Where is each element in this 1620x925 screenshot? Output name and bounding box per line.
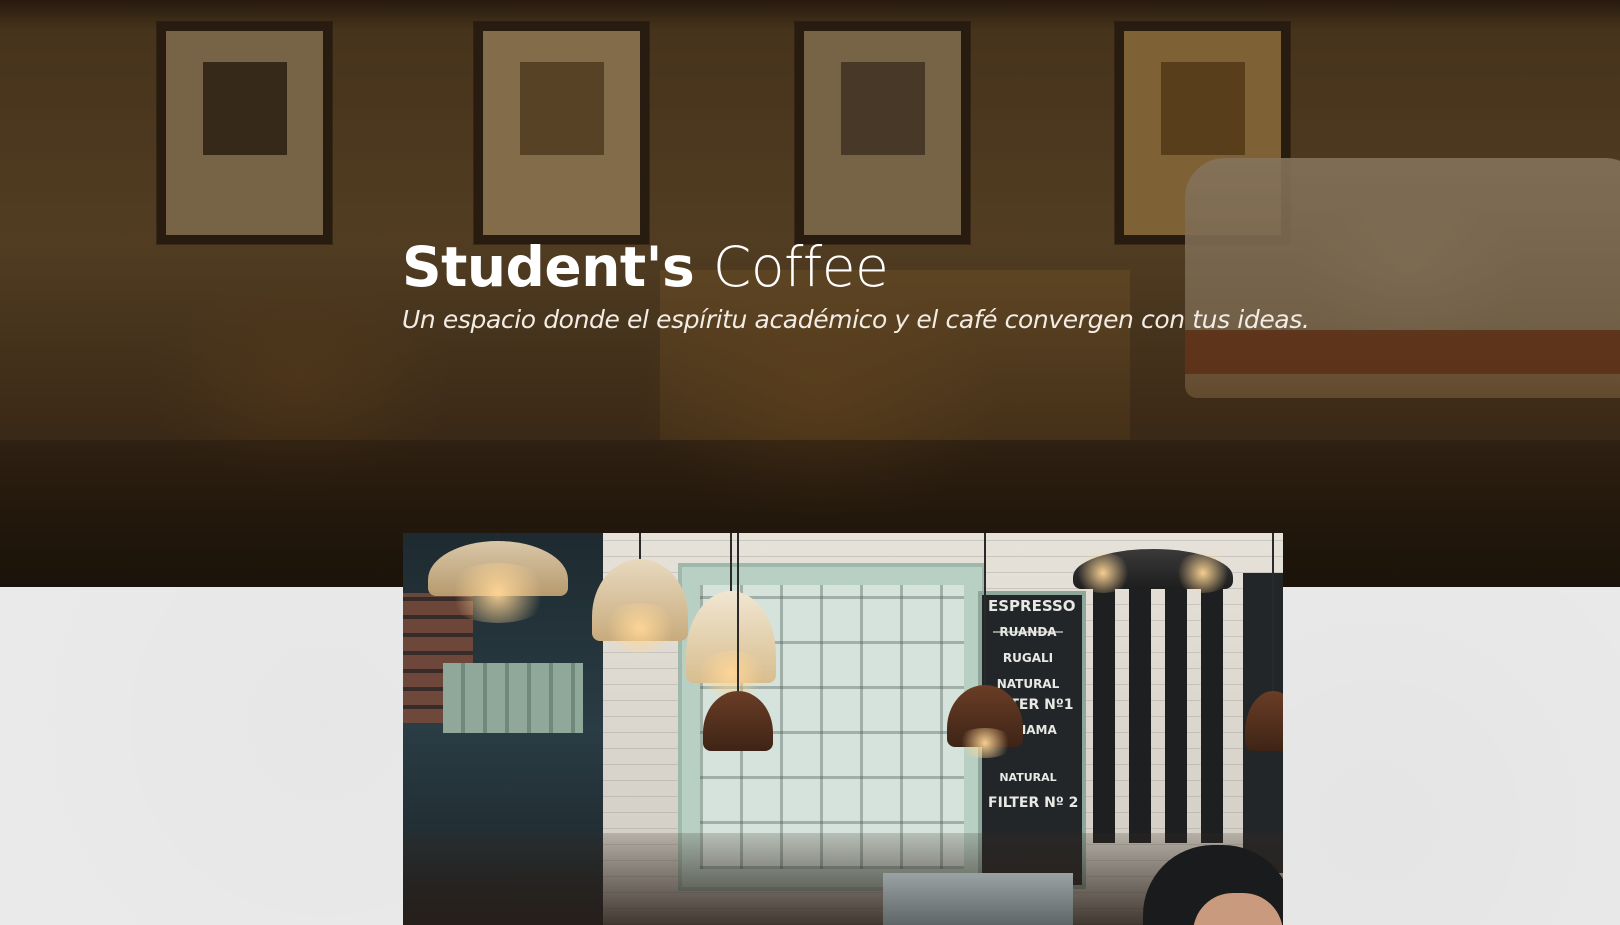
site-title: Student's Coffee	[402, 232, 1309, 302]
site-tagline: Un espacio donde el espíritu académico y…	[402, 305, 1310, 334]
site-title-bold: Student's	[402, 235, 695, 299]
hanging-filters	[1093, 573, 1233, 843]
site-title-light: Coffee	[712, 235, 889, 299]
board-line: RUANDA	[999, 625, 1057, 639]
board-line: FILTER Nº 2	[988, 795, 1079, 811]
cafe-interior-photo: ESPRESSO RUANDA RUGALI NATURAL FILTER Nº…	[403, 533, 1283, 925]
hero-text-block: Student's Coffee Un espacio donde el esp…	[402, 232, 1310, 338]
espresso-machine	[883, 873, 1073, 925]
hero-header: Student's Coffee Un espacio donde el esp…	[0, 0, 1620, 587]
board-line: ESPRESSO	[988, 597, 1076, 615]
board-line: NATURAL	[999, 771, 1057, 784]
board-line: RUGALI	[1002, 651, 1054, 665]
